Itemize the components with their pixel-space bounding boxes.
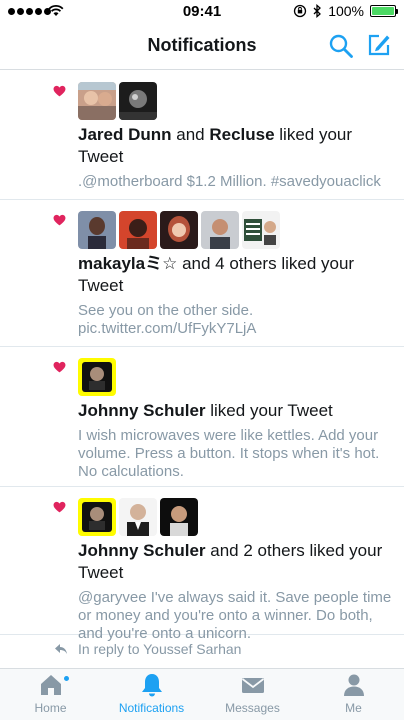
action-text: liked your Tweet xyxy=(205,401,333,420)
tweet-preview: I wish microwaves were like kettles. Add… xyxy=(78,427,380,480)
new-content-badge xyxy=(63,675,70,682)
avatar[interactable] xyxy=(242,211,280,249)
avatar[interactable] xyxy=(119,211,157,249)
tab-home[interactable]: Home xyxy=(0,669,101,720)
notification-text: Jared Dunn and Recluse liked your Tweet xyxy=(78,124,392,168)
avatar[interactable] xyxy=(78,211,116,249)
notification-text: Johnny Schuler liked your Tweet xyxy=(78,400,392,422)
notification-text: Johnny Schuler and 2 others liked your T… xyxy=(78,540,392,584)
reply-notification-partial[interactable]: In reply to Youssef Sarhan xyxy=(0,635,404,665)
tab-label: Me xyxy=(345,701,362,715)
avatar[interactable] xyxy=(119,82,157,120)
notification-item[interactable]: Jared Dunn and Recluse liked your Tweet … xyxy=(0,71,404,200)
tab-notifications[interactable]: Notifications xyxy=(101,669,202,720)
actor-name[interactable]: Recluse xyxy=(209,125,274,144)
compose-icon[interactable] xyxy=(366,32,392,58)
person-icon xyxy=(343,674,364,696)
notification-item[interactable]: makaylaミ☆ and 4 others liked your Tweet … xyxy=(0,200,404,347)
avatar[interactable] xyxy=(160,211,198,249)
avatar[interactable] xyxy=(160,498,198,536)
avatar-row xyxy=(78,211,392,249)
envelope-icon xyxy=(241,678,264,693)
tweet-preview: See you on the other side. pic.twitter.c… xyxy=(78,302,257,337)
status-bar: 09:41 100% xyxy=(0,0,404,24)
connector-text: and xyxy=(171,125,210,144)
search-icon[interactable] xyxy=(328,33,354,59)
notification-item[interactable]: Johnny Schuler liked your Tweet I wish m… xyxy=(0,347,404,487)
tab-label: Messages xyxy=(225,701,280,715)
tab-bar: Home Notifications Messages Me xyxy=(0,668,404,720)
battery-percent: 100% xyxy=(328,3,364,19)
avatar-row xyxy=(78,82,392,120)
avatar[interactable] xyxy=(78,82,116,120)
notifications-list[interactable]: Jared Dunn and Recluse liked your Tweet … xyxy=(0,71,404,668)
actor-name[interactable]: Jared Dunn xyxy=(78,125,172,144)
tab-label: Notifications xyxy=(118,701,185,715)
tab-me[interactable]: Me xyxy=(303,669,404,720)
actor-name[interactable]: Johnny Schuler xyxy=(78,541,206,560)
navigation-bar: Notifications xyxy=(0,24,404,70)
avatar[interactable] xyxy=(78,498,116,536)
home-icon xyxy=(40,675,61,695)
avatar-row xyxy=(78,498,392,536)
actor-name[interactable]: makaylaミ☆ xyxy=(78,254,177,273)
notification-item[interactable]: Johnny Schuler and 2 others liked your T… xyxy=(0,487,404,642)
reply-context-text: In reply to Youssef Sarhan xyxy=(78,641,242,657)
tab-messages[interactable]: Messages xyxy=(202,669,303,720)
actor-name[interactable]: Johnny Schuler xyxy=(78,401,206,420)
notification-text: makaylaミ☆ and 4 others liked your Tweet xyxy=(78,253,392,297)
battery-icon xyxy=(370,5,398,17)
avatar[interactable] xyxy=(201,211,239,249)
heart-icon xyxy=(53,214,66,226)
bell-icon xyxy=(141,674,162,697)
tab-label: Home xyxy=(34,701,67,715)
bluetooth-icon xyxy=(313,4,322,18)
avatar[interactable] xyxy=(119,498,157,536)
heart-icon xyxy=(53,85,66,97)
tweet-preview: .@motherboard $1.2 Million. #savedyouacl… xyxy=(78,173,381,190)
heart-icon xyxy=(53,361,66,373)
reply-icon xyxy=(55,644,67,654)
heart-icon xyxy=(53,501,66,513)
avatar-row xyxy=(78,358,392,396)
orientation-lock-icon xyxy=(294,4,307,18)
avatar[interactable] xyxy=(78,358,116,396)
